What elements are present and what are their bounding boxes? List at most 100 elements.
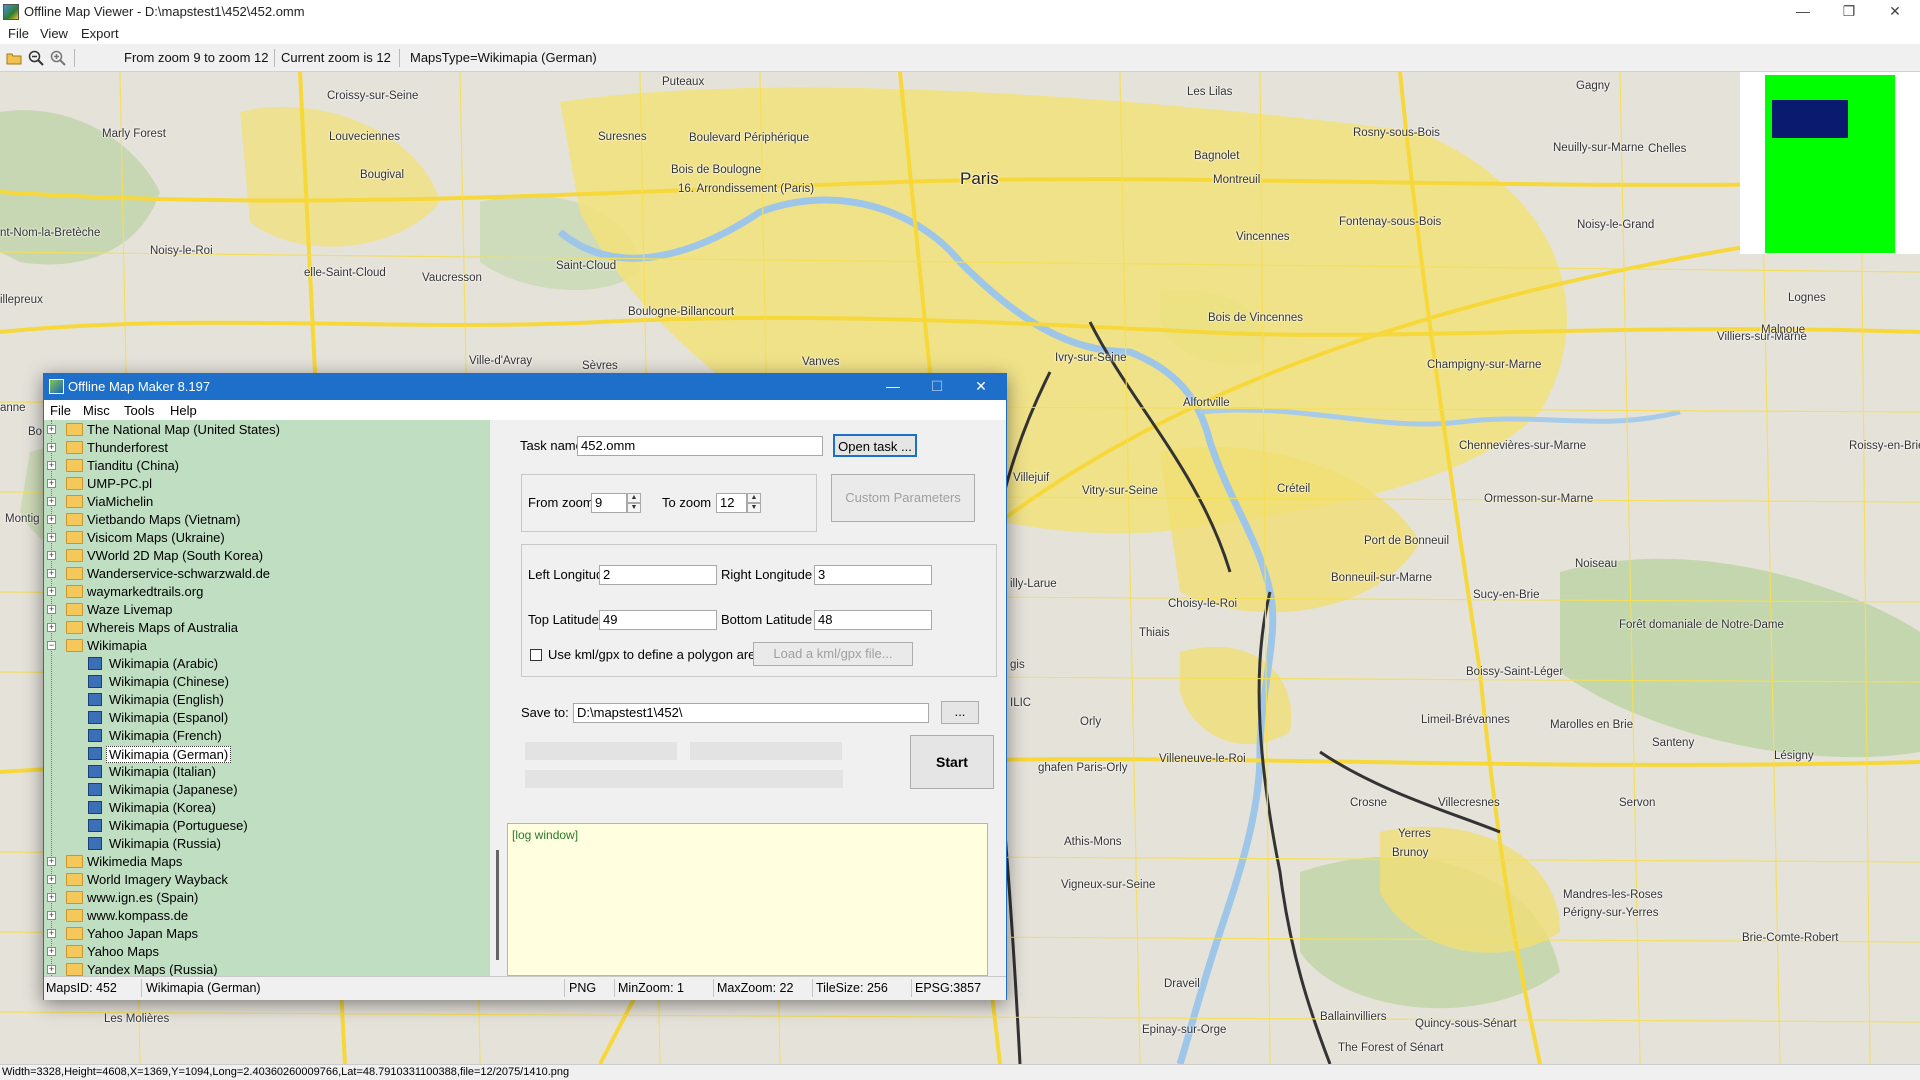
load-kml-button[interactable]: Load a kml/gpx file... <box>753 642 913 666</box>
tree-scroll-thumb[interactable] <box>496 850 499 960</box>
expand-icon[interactable]: + <box>47 965 56 974</box>
log-window[interactable]: [log window] <box>507 823 988 976</box>
left-longitude-input[interactable]: 2 <box>599 565 717 585</box>
tree-item-map[interactable]: Wikimapia (French) <box>44 727 484 745</box>
expand-icon[interactable]: + <box>47 443 56 452</box>
right-longitude-input[interactable]: 3 <box>814 565 932 585</box>
mini-map[interactable] <box>1740 72 1920 254</box>
tree-item-map[interactable]: Wikimapia (Chinese) <box>44 673 484 691</box>
expand-icon[interactable]: + <box>47 857 56 866</box>
tree-item-map[interactable]: Wikimapia (Portuguese) <box>44 817 484 835</box>
zoom-out-icon[interactable] <box>26 48 46 68</box>
dialog-menu-tools[interactable]: Tools <box>124 403 154 418</box>
save-to-label: Save to: <box>521 705 569 720</box>
log-scrollbar[interactable] <box>988 823 1005 976</box>
bottom-latitude-label: Bottom Latitude <box>721 612 813 627</box>
zoom-in-icon[interactable] <box>48 48 68 68</box>
top-latitude-input[interactable]: 49 <box>599 610 717 630</box>
expand-icon[interactable]: + <box>47 947 56 956</box>
expand-icon[interactable]: + <box>47 515 56 524</box>
tree-item-folder[interactable]: + Waze Livemap <box>44 601 484 619</box>
tree-item-folder[interactable]: + Wanderservice-schwarzwald.de <box>44 565 484 583</box>
dialog-menu-misc[interactable]: Misc <box>83 403 110 418</box>
expand-icon[interactable]: + <box>47 461 56 470</box>
collapse-icon[interactable]: − <box>47 641 56 650</box>
place-label: Bougival <box>360 169 405 181</box>
save-to-input[interactable]: D:\mapstest1\452\ <box>573 703 929 723</box>
tree-item-map[interactable]: Wikimapia (Espanol) <box>44 709 484 727</box>
dialog-minimize-button[interactable]: — <box>871 374 915 400</box>
to-zoom-input[interactable]: 12 <box>716 493 747 513</box>
tree-item-map[interactable]: Wikimapia (Arabic) <box>44 655 484 673</box>
expand-icon[interactable]: + <box>47 569 56 578</box>
tree-item-folder[interactable]: + Yahoo Japan Maps <box>44 925 484 943</box>
expand-icon[interactable]: + <box>47 893 56 902</box>
start-button[interactable]: Start <box>910 735 994 789</box>
tree-item-folder[interactable]: + waymarkedtrails.org <box>44 583 484 601</box>
expand-icon[interactable]: + <box>47 425 56 434</box>
expand-icon[interactable]: + <box>47 479 56 488</box>
expand-icon[interactable]: + <box>47 587 56 596</box>
expand-icon[interactable]: + <box>47 911 56 920</box>
mini-map-viewport[interactable] <box>1772 100 1848 138</box>
tree-item-folder[interactable]: + VWorld 2D Map (South Korea) <box>44 547 484 565</box>
expand-icon[interactable]: + <box>47 497 56 506</box>
tree-item-folder[interactable]: + www.kompass.de <box>44 907 484 925</box>
dialog-close-button[interactable]: ✕ <box>959 374 1003 400</box>
expand-icon[interactable]: + <box>47 929 56 938</box>
expand-icon[interactable]: + <box>47 551 56 560</box>
place-label: Montreuil <box>1213 174 1261 186</box>
browse-button[interactable]: ... <box>941 701 979 724</box>
tree-item-folder[interactable]: + The National Map (United States) <box>44 421 484 439</box>
map-icon <box>88 747 102 760</box>
right-longitude-label: Right Longitude <box>721 567 813 582</box>
log-text: [log window] <box>512 828 579 842</box>
tree-item-folder[interactable]: + www.ign.es (Spain) <box>44 889 484 907</box>
tree-item-folder[interactable]: + Yahoo Maps <box>44 943 484 961</box>
folder-open-icon[interactable] <box>4 48 24 68</box>
from-zoom-spinner[interactable]: ▲ ▼ <box>627 493 641 513</box>
tree-item-map[interactable]: Wikimapia (English) <box>44 691 484 709</box>
tree-item-folder[interactable]: + World Imagery Wayback <box>44 871 484 889</box>
folder-icon <box>66 513 83 526</box>
bottom-latitude-input[interactable]: 48 <box>814 610 932 630</box>
tree-item-folder[interactable]: + ViaMichelin <box>44 493 484 511</box>
open-task-button[interactable]: Open task ... <box>833 434 917 457</box>
menu-export[interactable]: Export <box>81 26 119 41</box>
expand-icon[interactable]: + <box>47 533 56 542</box>
tree-item-folder[interactable]: + Vietbando Maps (Vietnam) <box>44 511 484 529</box>
tree-item-folder[interactable]: + Yandex Maps (Russia) <box>44 961 484 976</box>
from-zoom-label: From zoom <box>528 495 594 510</box>
menu-file[interactable]: File <box>8 26 29 41</box>
tree-item-map[interactable]: Wikimapia (Japanese) <box>44 781 484 799</box>
expand-icon[interactable]: + <box>47 875 56 884</box>
custom-parameters-button[interactable]: Custom Parameters <box>831 474 975 522</box>
dialog-maximize-button[interactable]: ☐ <box>915 374 959 400</box>
menu-view[interactable]: View <box>40 26 68 41</box>
close-button[interactable]: ✕ <box>1872 0 1918 24</box>
tree-item-folder[interactable]: − Wikimapia <box>44 637 484 655</box>
offline-map-maker-dialog: Offline Map Maker 8.197 — ☐ ✕ File Misc … <box>43 373 1007 1000</box>
tree-item-folder[interactable]: + Thunderforest <box>44 439 484 457</box>
dialog-menu-file[interactable]: File <box>50 403 71 418</box>
restore-button[interactable]: ❐ <box>1826 0 1872 24</box>
minimize-button[interactable]: — <box>1780 0 1826 24</box>
tree-item-map[interactable]: Wikimapia (Italian) <box>44 763 484 781</box>
map-source-tree[interactable]: + The National Map (United States) + Thunde… <box>44 420 491 976</box>
expand-icon[interactable]: + <box>47 623 56 632</box>
from-zoom-input[interactable]: 9 <box>591 493 627 513</box>
use-kml-checkbox[interactable] <box>530 649 542 661</box>
dialog-menu-help[interactable]: Help <box>170 403 197 418</box>
tree-item-folder[interactable]: + Visicom Maps (Ukraine) <box>44 529 484 547</box>
tree-item-folder[interactable]: + Wikimedia Maps <box>44 853 484 871</box>
expand-icon[interactable]: + <box>47 605 56 614</box>
tree-scrollbar[interactable] <box>490 420 507 976</box>
tree-item-folder[interactable]: + Tianditu (China) <box>44 457 484 475</box>
tree-item-map[interactable]: Wikimapia (German) <box>44 745 484 763</box>
tree-item-folder[interactable]: + Whereis Maps of Australia <box>44 619 484 637</box>
tree-item-map[interactable]: Wikimapia (Korea) <box>44 799 484 817</box>
task-name-input[interactable]: 452.omm <box>577 436 823 456</box>
to-zoom-spinner[interactable]: ▲ ▼ <box>747 493 761 513</box>
tree-item-map[interactable]: Wikimapia (Russia) <box>44 835 484 853</box>
tree-item-folder[interactable]: + UMP-PC.pl <box>44 475 484 493</box>
